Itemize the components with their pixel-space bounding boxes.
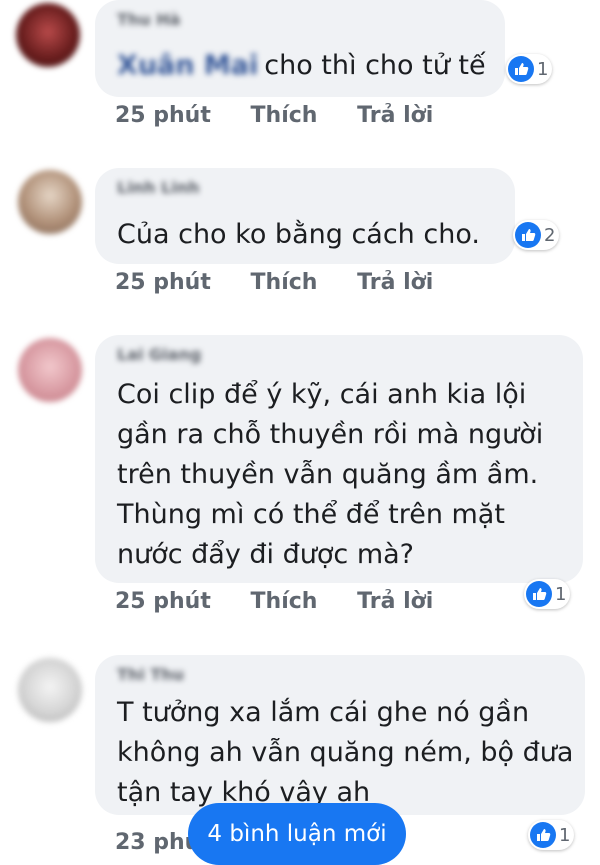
- comment-time[interactable]: 25 phút: [115, 270, 211, 295]
- comment-line: Thùng mì có thể để trên mặt: [117, 499, 505, 530]
- avatar[interactable]: [18, 170, 82, 234]
- comment-bubble: Thu Hà Xuân Mai cho thì cho tử tế: [95, 0, 505, 97]
- avatar[interactable]: [16, 3, 80, 67]
- comment-text: Xuân Mai cho thì cho tử tế: [117, 46, 486, 86]
- comment-text: Của cho ko bằng cách cho.: [117, 219, 480, 250]
- commenter-name[interactable]: Thi Thu: [117, 665, 184, 684]
- avatar[interactable]: [18, 658, 82, 722]
- comment-time[interactable]: 25 phút: [115, 103, 211, 128]
- thumbs-up-icon: [526, 581, 552, 607]
- reaction-count[interactable]: 1: [506, 54, 553, 84]
- reply-link[interactable]: Trả lời: [357, 589, 433, 614]
- comment-text: T tưởng xa lắm cái ghe nó gần không ah v…: [117, 693, 573, 813]
- comment-bubble: Lai Giang Coi clip để ý kỹ, cái anh kia …: [95, 335, 583, 583]
- comment-actions: 25 phút Thích Trả lời: [115, 103, 465, 128]
- thumbs-up-icon: [508, 56, 534, 82]
- comment: Thu Hà Xuân Mai cho thì cho tử tế 1 25 ph…: [0, 0, 600, 140]
- comment-actions: 25 phút Thích Trả lời: [115, 589, 465, 614]
- mention-tag[interactable]: Xuân Mai: [117, 46, 258, 86]
- comment: Lai Giang Coi clip để ý kỹ, cái anh kia …: [0, 335, 600, 625]
- commenter-name[interactable]: Linh Linh: [117, 178, 200, 197]
- like-link[interactable]: Thích: [251, 270, 318, 295]
- comment-line: nước đẩy đi được mà?: [117, 539, 415, 570]
- reaction-count[interactable]: 1: [524, 579, 571, 609]
- new-comments-button[interactable]: 4 bình luận mới: [188, 803, 406, 865]
- comment-actions: 25 phút Thích Trả lời: [115, 270, 465, 295]
- reaction-number: 1: [559, 824, 571, 846]
- reaction-count[interactable]: 2: [513, 220, 560, 250]
- comment-line: T tưởng xa lắm cái ghe nó gần: [117, 697, 530, 728]
- reaction-count[interactable]: 1: [528, 820, 575, 850]
- comment-line: Coi clip để ý kỹ, cái anh kia lội: [117, 379, 527, 410]
- comment-bubble: Linh Linh Của cho ko bằng cách cho.: [95, 168, 515, 264]
- like-link[interactable]: Thích: [251, 103, 318, 128]
- comment-line: không ah vẫn quăng ném, bộ đưa: [117, 737, 574, 768]
- comment-text: Coi clip để ý kỹ, cái anh kia lội gần ra…: [117, 375, 543, 575]
- comment-time[interactable]: 25 phút: [115, 589, 211, 614]
- thumbs-up-icon: [530, 822, 556, 848]
- reply-link[interactable]: Trả lời: [357, 270, 433, 295]
- commenter-name[interactable]: Thu Hà: [117, 10, 180, 29]
- comment-body: cho thì cho tử tế: [264, 50, 486, 81]
- like-link[interactable]: Thích: [251, 589, 318, 614]
- reaction-number: 1: [555, 583, 567, 605]
- comment: Linh Linh Của cho ko bằng cách cho. 2 25…: [0, 168, 600, 308]
- comment-line: trên thuyền vẫn quăng ầm ầm.: [117, 459, 539, 490]
- reaction-number: 1: [537, 58, 549, 80]
- commenter-name[interactable]: Lai Giang: [117, 345, 201, 364]
- reply-link[interactable]: Trả lời: [357, 103, 433, 128]
- avatar[interactable]: [18, 338, 82, 402]
- comment-bubble: Thi Thu T tưởng xa lắm cái ghe nó gần kh…: [95, 655, 585, 815]
- comment-line: gần ra chỗ thuyền rồi mà người: [117, 419, 544, 450]
- reaction-number: 2: [544, 224, 556, 246]
- thumbs-up-icon: [515, 222, 541, 248]
